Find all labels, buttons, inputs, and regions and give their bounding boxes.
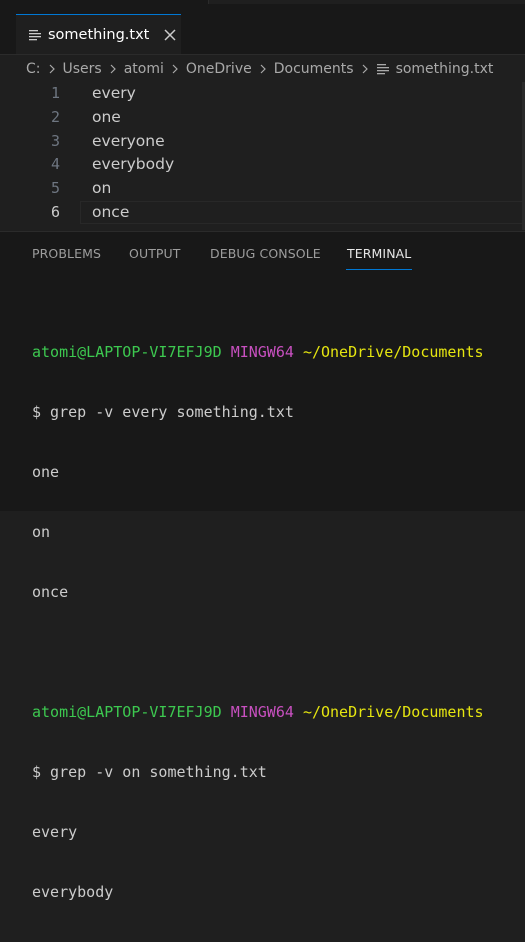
terminal-output-line: one	[32, 463, 60, 481]
terminal-output-line: everybody	[32, 883, 114, 901]
chevron-right-icon	[172, 64, 178, 74]
breadcrumb-item-atomi[interactable]: atomi	[123, 61, 165, 77]
chevron-right-icon	[110, 64, 116, 74]
editor-line-current[interactable]: 6 once	[0, 201, 525, 224]
editor-line[interactable]: 1 every	[0, 82, 525, 105]
chevron-right-icon	[362, 64, 368, 74]
terminal-prompt: atomi@LAPTOP-VI7EFJ9D MINGW64 ~/OneDrive…	[32, 342, 522, 362]
close-icon[interactable]	[163, 28, 177, 42]
prompt-path: ~/OneDrive/Documents	[302, 703, 484, 721]
line-number: 1	[50, 84, 60, 102]
line-text[interactable]: on	[92, 177, 111, 200]
breadcrumb: C: Users atomi OneDrive Documents someth…	[0, 55, 525, 83]
line-text[interactable]: everyone	[92, 130, 165, 153]
chevron-right-icon	[49, 64, 55, 74]
editor-line[interactable]: 2 one	[0, 106, 525, 129]
chevron-right-icon	[260, 64, 266, 74]
terminal-command: $ grep -v on something.txt	[32, 763, 267, 781]
terminal-output-line: every	[32, 823, 78, 841]
prompt-path: ~/OneDrive/Documents	[302, 343, 484, 361]
text-editor[interactable]: 1 every 2 one 3 everyone 4 everybody 5 o…	[0, 82, 525, 230]
line-number: 2	[50, 108, 60, 126]
terminal-prompt: atomi@LAPTOP-VI7EFJ9D MINGW64 ~/OneDrive…	[32, 702, 522, 722]
terminal-output-line: once	[32, 583, 69, 601]
title-bar-segment	[208, 0, 525, 4]
line-number: 6	[50, 203, 60, 221]
file-lines-icon	[29, 29, 41, 40]
tab-label: something.txt	[48, 26, 150, 43]
terminal-command: $ grep -v every something.txt	[32, 403, 294, 421]
editor-tab-bar: something.txt	[0, 14, 525, 55]
breadcrumb-item-file[interactable]: something.txt	[395, 61, 495, 77]
breadcrumb-item-onedrive[interactable]: OneDrive	[185, 61, 253, 77]
terminal-output-line: on	[32, 523, 51, 541]
prompt-user: atomi@LAPTOP-VI7EFJ9D	[32, 703, 222, 721]
editor-line[interactable]: 5 on	[0, 177, 525, 200]
terminal-output[interactable]: atomi@LAPTOP-VI7EFJ9D MINGW64 ~/OneDrive…	[32, 302, 522, 942]
prompt-system: MINGW64	[230, 703, 294, 721]
editor-line[interactable]: 3 everyone	[0, 130, 525, 153]
window-title-bar	[0, 0, 525, 14]
tab-output[interactable]: OUTPUT	[129, 246, 181, 261]
line-text[interactable]: one	[92, 106, 121, 129]
breadcrumb-item-users[interactable]: Users	[62, 61, 103, 77]
line-text[interactable]: every	[92, 82, 136, 105]
tab-debug-console[interactable]: DEBUG CONSOLE	[210, 246, 321, 261]
active-tab-indicator	[346, 269, 412, 270]
tab-problems[interactable]: PROBLEMS	[32, 246, 101, 261]
line-number: 3	[50, 132, 60, 150]
breadcrumb-item-documents[interactable]: Documents	[273, 61, 355, 77]
line-text[interactable]: once	[92, 201, 129, 224]
breadcrumb-item-drive[interactable]: C:	[25, 61, 42, 77]
editor-line[interactable]: 4 everybody	[0, 153, 525, 176]
panel-tab-bar: PROBLEMS OUTPUT DEBUG CONSOLE TERMINAL	[0, 232, 525, 276]
editor-tab-something-txt[interactable]: something.txt	[16, 14, 181, 54]
line-text[interactable]: everybody	[92, 153, 174, 176]
line-number: 4	[50, 155, 60, 173]
tab-terminal[interactable]: TERMINAL	[347, 246, 411, 261]
line-number: 5	[50, 179, 60, 197]
bottom-panel: PROBLEMS OUTPUT DEBUG CONSOLE TERMINAL a…	[0, 231, 525, 901]
prompt-system: MINGW64	[230, 343, 294, 361]
file-lines-icon	[376, 64, 389, 75]
prompt-user: atomi@LAPTOP-VI7EFJ9D	[32, 343, 222, 361]
current-line-highlight	[80, 201, 524, 224]
